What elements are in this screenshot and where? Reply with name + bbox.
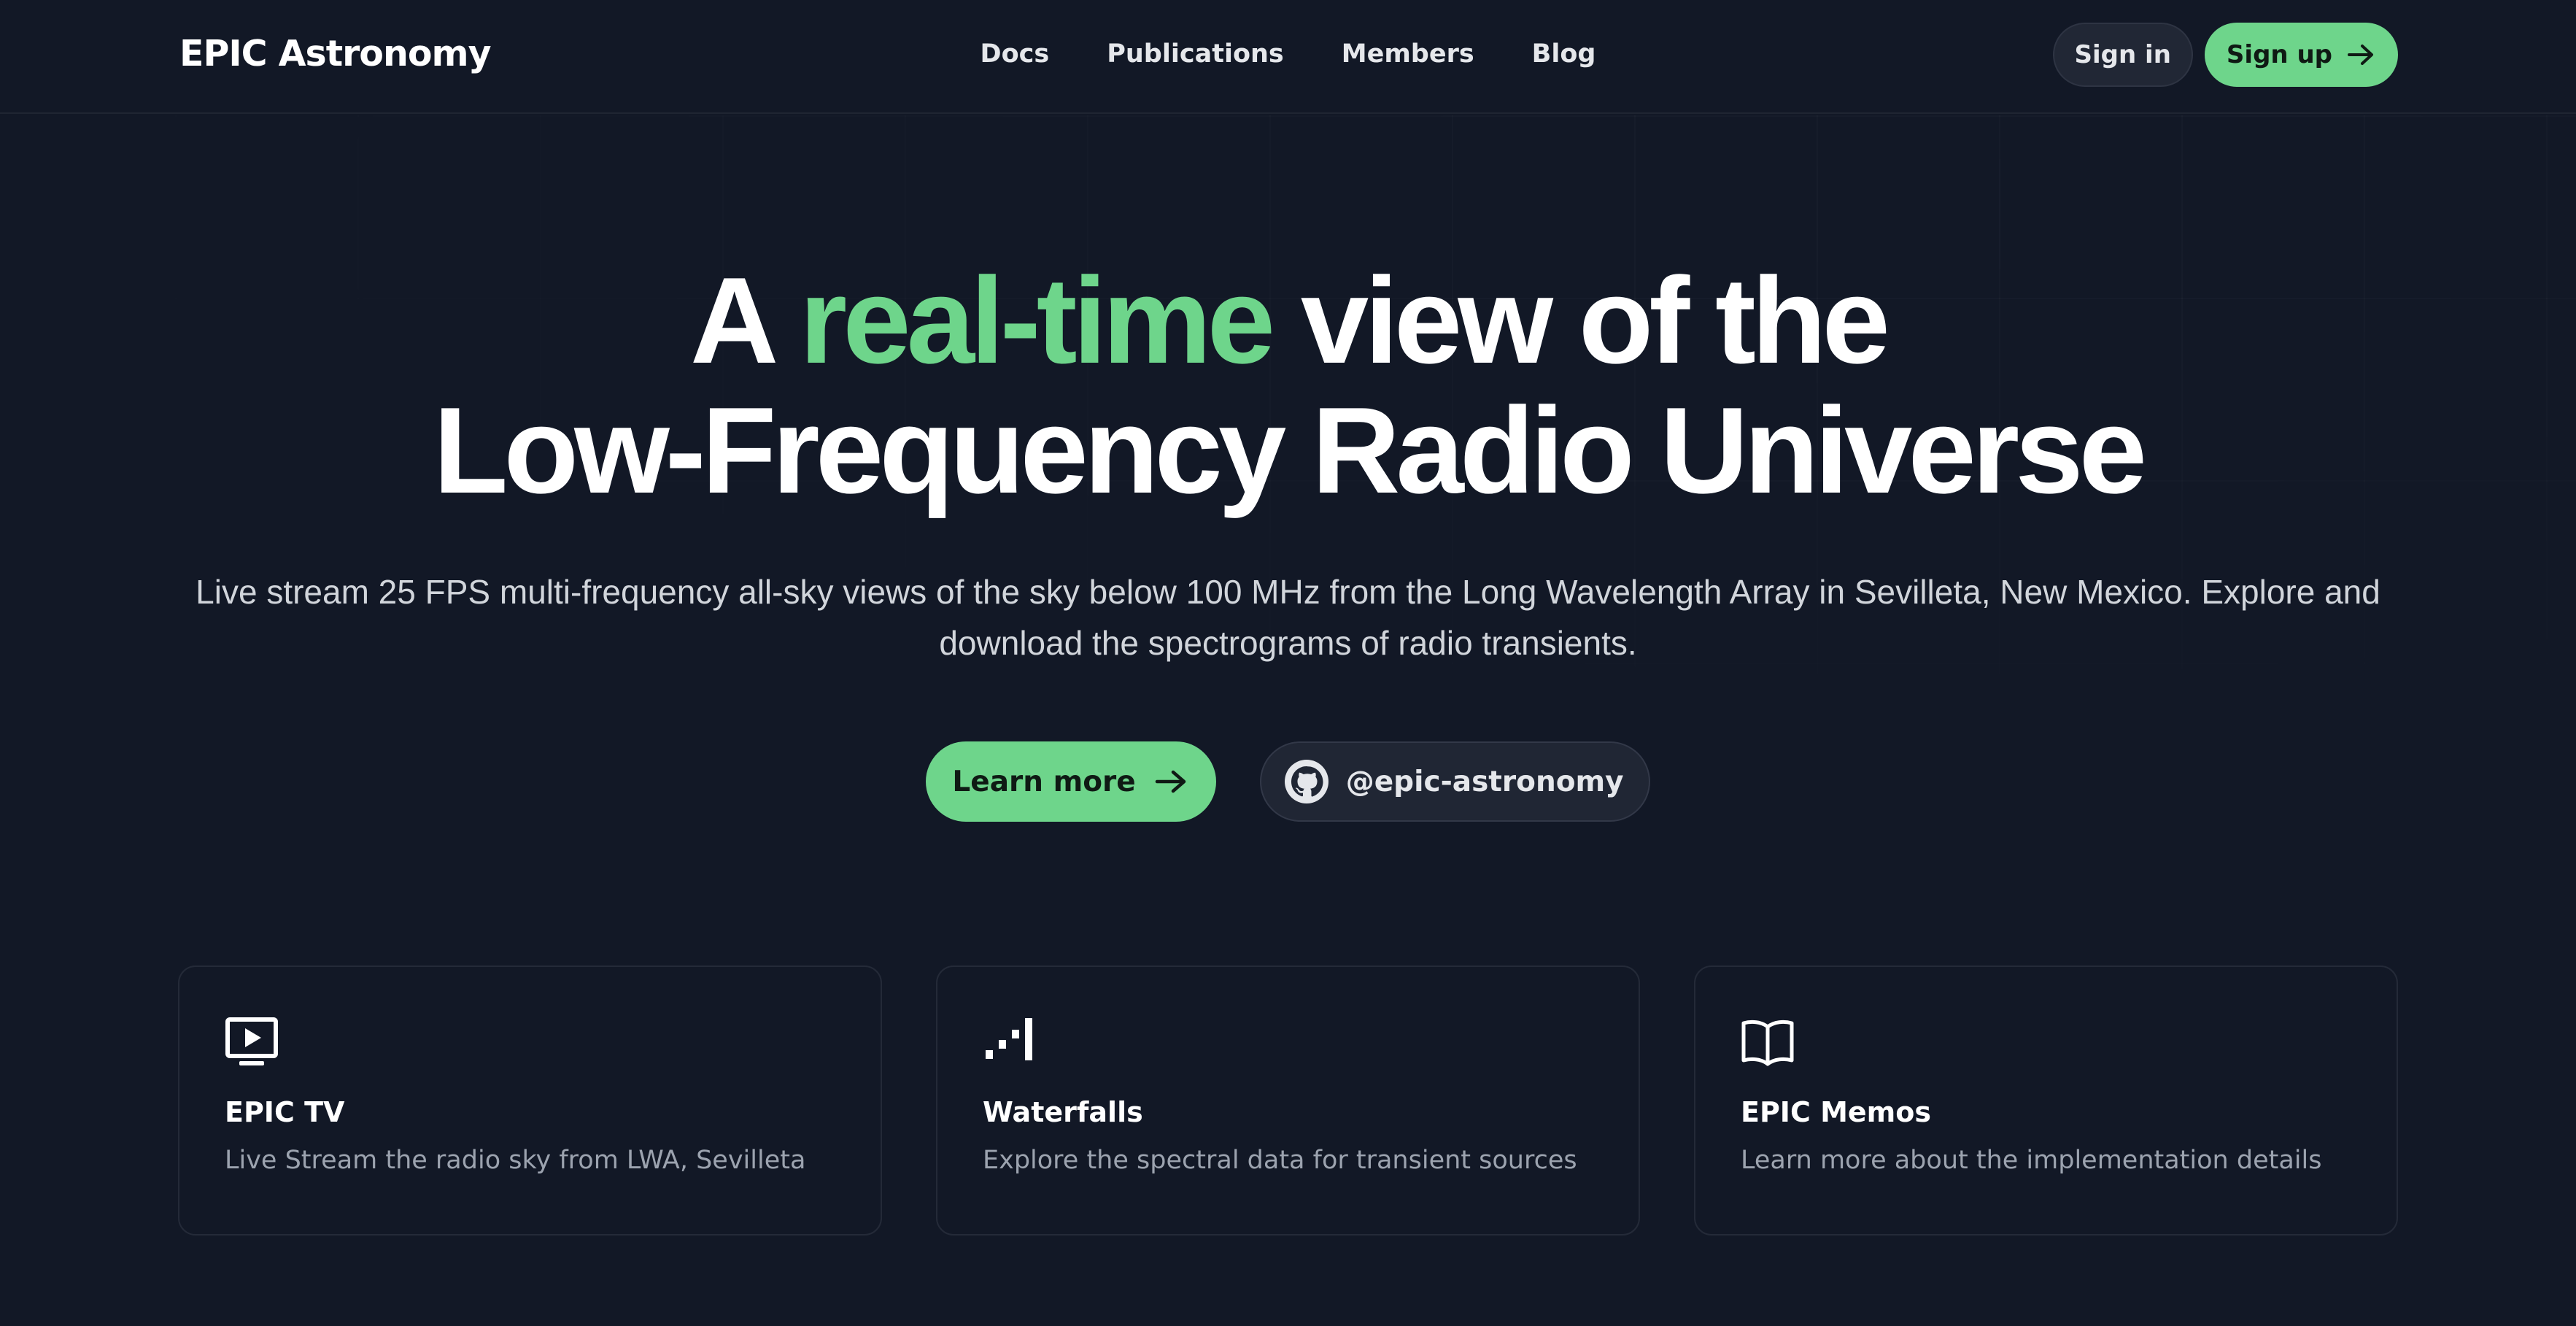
feature-card-waterfalls[interactable]: Waterfalls Explore the spectral data for…: [936, 965, 1640, 1236]
open-book-icon: [1741, 1019, 1794, 1066]
signal-bars-icon: [986, 1018, 1032, 1060]
hero-title-part1: A: [690, 252, 800, 389]
sign-up-label: Sign up: [2226, 40, 2332, 69]
feature-description: Learn more about the implementation deta…: [1741, 1146, 2322, 1175]
arrow-right-icon: [1155, 770, 1185, 793]
nav-docs[interactable]: Docs: [980, 35, 1050, 73]
github-icon: [1284, 760, 1328, 803]
nav-blog[interactable]: Blog: [1532, 35, 1596, 73]
github-label: @epic-astronomy: [1345, 765, 1624, 798]
hero-cta-row: Learn more @epic-astronomy: [0, 741, 2576, 822]
feature-card-epic-tv[interactable]: EPIC TV Live Stream the radio sky from L…: [178, 965, 882, 1236]
hero-subtitle: Live stream 25 FPS multi-frequency all-s…: [196, 573, 2380, 662]
hero-title-line2: Low-Frequency Radio Universe: [433, 382, 2147, 519]
feature-card-epic-memos[interactable]: EPIC Memos Learn more about the implemen…: [1694, 965, 2398, 1236]
brand-logo[interactable]: EPIC Astronomy: [179, 32, 492, 76]
sign-in-button[interactable]: Sign in: [2052, 23, 2193, 87]
tv-play-icon: [225, 1017, 278, 1065]
feature-title: Waterfalls: [983, 1096, 1143, 1128]
arrow-right-icon: [2348, 45, 2373, 65]
learn-more-button[interactable]: Learn more: [926, 741, 1216, 822]
feature-description: Live Stream the radio sky from LWA, Sevi…: [225, 1146, 806, 1175]
feature-title: EPIC TV: [225, 1096, 345, 1128]
feature-description: Explore the spectral data for transient …: [983, 1146, 1577, 1175]
learn-more-label: Learn more: [952, 765, 1136, 798]
top-navigation-bar: EPIC Astronomy Docs Publications Members…: [0, 0, 2576, 114]
hero-title-accent: real-time: [799, 252, 1275, 389]
hero-title: A real-time view of the Low-Frequency Ra…: [0, 255, 2576, 515]
hero-title-part2: view of the: [1271, 252, 1890, 389]
feature-cards: EPIC TV Live Stream the radio sky from L…: [178, 965, 2398, 1236]
nav-publications[interactable]: Publications: [1107, 35, 1284, 73]
sign-up-button[interactable]: Sign up: [2204, 23, 2398, 87]
feature-title: EPIC Memos: [1741, 1096, 1931, 1128]
github-button[interactable]: @epic-astronomy: [1259, 741, 1650, 822]
header-actions: Sign in Sign up: [2052, 23, 2398, 87]
nav-members[interactable]: Members: [1342, 35, 1474, 73]
page: EPIC Astronomy Docs Publications Members…: [0, 0, 2576, 1326]
